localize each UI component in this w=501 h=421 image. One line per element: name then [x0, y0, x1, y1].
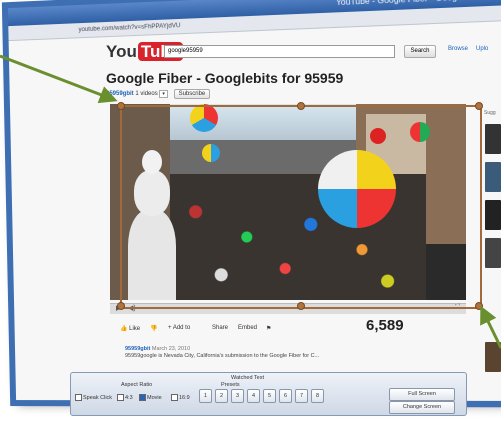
- ratio-16-9-option[interactable]: 16:9: [171, 394, 190, 401]
- chevron-down-icon[interactable]: ▾: [159, 90, 168, 98]
- add-to-button[interactable]: + Add to: [168, 325, 190, 331]
- sidebar-label: Sugg: [484, 110, 496, 116]
- like-label: Like: [129, 326, 141, 332]
- action-row: 👍 Like 👎 + Add to Share Embed ⚑: [120, 322, 460, 338]
- crop-handle-top-right[interactable]: [475, 102, 483, 110]
- presets-label: Presets: [221, 382, 240, 388]
- preset-button-6[interactable]: 6: [279, 389, 292, 403]
- channel-row: 95959gbit 1 videos ▾ Subscribe: [106, 89, 211, 99]
- share-button[interactable]: Share: [212, 325, 228, 331]
- video-description: 95959google is Nevada City, California's…: [125, 353, 320, 359]
- crop-handle-bottom-left[interactable]: [117, 302, 125, 310]
- aspect-ratio-label: Aspect Ratio: [121, 382, 153, 388]
- speak-click-checkbox[interactable]: [75, 394, 82, 401]
- aspect-ratio-panel: Watched Text Aspect Ratio Presets Speak …: [70, 372, 467, 416]
- speak-click-label: Speak Click: [83, 394, 113, 401]
- suggestion-thumb[interactable]: [485, 124, 501, 154]
- suggestion-thumb[interactable]: [485, 162, 501, 192]
- panel-title: Watched Text: [231, 375, 265, 381]
- video-info: 95959gbit March 23, 2010 95959google is …: [125, 346, 445, 360]
- suggestion-thumb[interactable]: [485, 238, 501, 268]
- full-screen-button[interactable]: Full Screen: [389, 388, 455, 401]
- change-screen-button[interactable]: Change Screen: [389, 401, 455, 414]
- search-input[interactable]: google95959: [164, 45, 395, 58]
- channel-link[interactable]: 95959gbit: [106, 91, 134, 97]
- crop-handle-top[interactable]: [297, 102, 305, 110]
- preset-button-2[interactable]: 2: [215, 389, 228, 403]
- video-title: Google Fiber - Googlebits for 95959: [106, 70, 344, 86]
- screenshot-stage: YouTube - Google Fiber - Googlebits for …: [0, 0, 501, 421]
- logo-you: You: [106, 42, 137, 61]
- ratio-movie-label: Movie: [147, 394, 162, 401]
- nav-upload[interactable]: Uplo: [476, 46, 488, 52]
- video-count: 1 videos: [135, 91, 158, 97]
- preset-button-7[interactable]: 7: [295, 389, 308, 403]
- view-count: 6,589: [366, 317, 404, 334]
- suggestion-thumb[interactable]: [485, 342, 501, 372]
- ratio-movie-option[interactable]: Movie: [139, 394, 162, 401]
- upload-date: March 23, 2010: [151, 346, 191, 352]
- suggestions-sidebar: Sugg: [484, 104, 501, 384]
- ratio-4-3-label: 4:3: [125, 394, 133, 401]
- subscribe-button[interactable]: Subscribe: [173, 89, 211, 99]
- uploader-link[interactable]: 95959gbit: [125, 346, 150, 352]
- flag-icon[interactable]: ⚑: [266, 325, 271, 332]
- suggestion-thumb[interactable]: [485, 200, 501, 230]
- ratio-16-9-checkbox[interactable]: [171, 394, 178, 401]
- preset-button-4[interactable]: 4: [247, 389, 260, 403]
- youtube-header: You Tube google95959 Search Browse Uplo: [106, 42, 501, 68]
- crop-handle-bottom-right[interactable]: [475, 302, 483, 310]
- ratio-4-3-checkbox[interactable]: [117, 394, 124, 401]
- preset-button-3[interactable]: 3: [231, 389, 244, 403]
- speak-click-option[interactable]: Speak Click: [75, 394, 112, 401]
- search-button[interactable]: Search: [404, 45, 436, 58]
- embed-button[interactable]: Embed: [238, 325, 257, 331]
- crop-handle-bottom[interactable]: [297, 302, 305, 310]
- ratio-4-3-option[interactable]: 4:3: [117, 394, 133, 401]
- ratio-movie-checkbox[interactable]: [139, 394, 146, 401]
- nav-browse[interactable]: Browse: [448, 46, 468, 52]
- ratio-16-9-label: 16:9: [179, 394, 190, 401]
- dislike-icon[interactable]: 👎: [150, 325, 157, 332]
- crop-selection-box[interactable]: [120, 105, 482, 309]
- crop-handle-top-left[interactable]: [117, 102, 125, 110]
- preset-button-5[interactable]: 5: [263, 389, 276, 403]
- preset-button-1[interactable]: 1: [199, 389, 212, 403]
- like-button[interactable]: 👍 Like: [120, 325, 140, 332]
- preset-button-8[interactable]: 8: [311, 389, 324, 403]
